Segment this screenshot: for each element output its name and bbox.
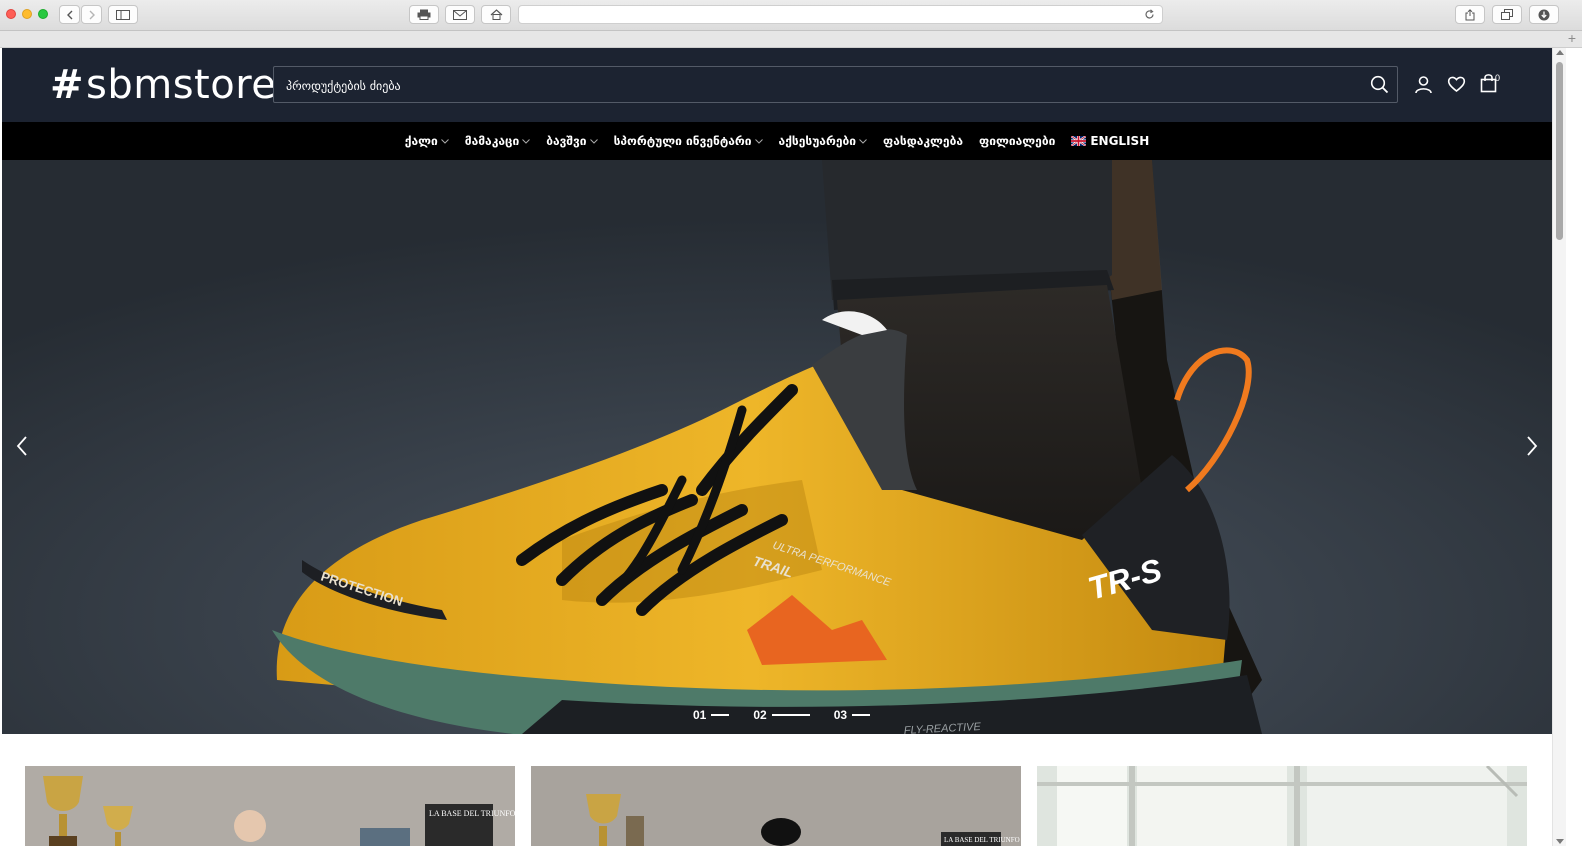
uk-flag-icon <box>1071 136 1087 146</box>
chevron-down-icon <box>754 138 763 144</box>
nav-item-accessories[interactable]: აქსესუარები <box>779 134 867 148</box>
tabs-overview-button[interactable] <box>1492 5 1522 24</box>
reload-icon[interactable] <box>1144 9 1155 20</box>
envelope-icon <box>453 9 467 20</box>
minimize-window-button[interactable] <box>22 9 32 19</box>
nav-label: ფასდაკლება <box>883 134 963 148</box>
nav-item-women[interactable]: ქალი <box>405 134 449 148</box>
category-card-image: LA BASE DEL TRIUNFO. POR SISTEMA. <box>25 766 515 846</box>
card-poster-text: LA BASE DEL TRIUNFO. POR SISTEMA. <box>429 809 515 818</box>
browser-toolbar <box>0 0 1582 31</box>
slider-prev-arrow-icon[interactable] <box>16 436 28 456</box>
slider-next-arrow-icon[interactable] <box>1526 436 1538 456</box>
slide-number: 03 <box>833 708 848 722</box>
category-card-3[interactable] <box>1037 766 1527 846</box>
download-icon <box>1538 9 1550 20</box>
wishlist-heart-icon[interactable] <box>1447 75 1466 93</box>
logo-text: sbmstore <box>86 62 277 108</box>
house-icon <box>490 9 502 20</box>
category-cards: LA BASE DEL TRIUNFO. POR SISTEMA. LA BAS… <box>2 766 1552 846</box>
logo-hash: # <box>50 62 85 108</box>
card-poster-text: LA BASE DEL TRIUNFO <box>944 836 1020 844</box>
chevron-right-icon <box>89 10 95 19</box>
slide-indicator-line <box>771 714 810 716</box>
slide-indicator-line <box>852 714 871 716</box>
slider-dot-2[interactable]: 02 <box>753 708 810 722</box>
page-viewport: # sbmstore 0 ქალი მამაკაცი ბავშვი სპორტუ… <box>2 48 1552 846</box>
category-card-image: LA BASE DEL TRIUNFO <box>531 766 1021 846</box>
print-button[interactable] <box>409 5 439 24</box>
tab-strip: + <box>0 30 1582 48</box>
nav-label: აქსესუარები <box>778 134 857 148</box>
scroll-up-arrow-icon[interactable] <box>1556 50 1564 55</box>
nav-item-language-english[interactable]: ENGLISH <box>1071 134 1149 148</box>
home-button[interactable] <box>481 5 511 24</box>
user-account-icon[interactable] <box>1414 75 1433 94</box>
nav-item-sports-equipment[interactable]: სპორტული ინვენტარი <box>614 134 763 148</box>
chevron-down-icon <box>859 138 867 144</box>
nav-label: სპორტული ინვენტარი <box>613 134 752 148</box>
nav-label: ბავშვი <box>546 134 587 148</box>
site-logo[interactable]: # sbmstore <box>50 62 276 108</box>
chevron-down-icon <box>440 138 449 144</box>
tabs-icon <box>1501 9 1513 20</box>
slider-dot-3[interactable]: 03 <box>833 708 871 722</box>
nav-item-branches[interactable]: ფილიალები <box>979 134 1055 148</box>
printer-icon <box>417 9 431 20</box>
cart-count-badge: 0 <box>1495 73 1501 83</box>
scrollbar-thumb[interactable] <box>1556 62 1563 240</box>
nav-label: ქალი <box>404 134 438 148</box>
nav-item-men[interactable]: მამაკაცი <box>464 134 531 148</box>
category-card-1[interactable]: LA BASE DEL TRIUNFO. POR SISTEMA. <box>25 766 515 846</box>
hero-slider: PROTECTION TRAIL ULTRA PERFORMANCE TR-S … <box>2 160 1552 734</box>
language-label: ENGLISH <box>1090 134 1150 148</box>
close-window-button[interactable] <box>6 9 16 19</box>
search-box <box>273 66 1398 104</box>
main-navigation: ქალი მამაკაცი ბავშვი სპორტული ინვენტარი … <box>2 122 1552 160</box>
forward-button[interactable] <box>81 5 102 24</box>
slide-number: 02 <box>753 708 767 722</box>
back-button[interactable] <box>59 5 80 24</box>
mail-button[interactable] <box>445 5 475 24</box>
share-icon <box>1465 8 1475 20</box>
category-card-image <box>1037 766 1527 846</box>
nav-item-kids[interactable]: ბავშვი <box>546 134 598 148</box>
site-header: # sbmstore 0 <box>2 48 1552 122</box>
category-card-2[interactable]: LA BASE DEL TRIUNFO <box>531 766 1021 846</box>
search-icon[interactable] <box>1370 75 1389 94</box>
nav-item-sale[interactable]: ფასდაკლება <box>883 134 963 148</box>
page-scrollbar[interactable] <box>1552 48 1566 846</box>
scroll-down-arrow-icon[interactable] <box>1556 839 1564 844</box>
hero-shoe-image: PROTECTION TRAIL ULTRA PERFORMANCE TR-S … <box>2 160 1552 734</box>
zoom-window-button[interactable] <box>38 9 48 19</box>
sidebar-icon <box>116 9 130 20</box>
search-input[interactable] <box>284 67 1348 104</box>
chevron-down-icon <box>589 138 598 144</box>
slide-indicator-line <box>711 714 730 716</box>
slider-pagination: 01 02 03 <box>693 708 894 722</box>
sidebar-toggle-button[interactable] <box>108 5 138 24</box>
new-tab-button[interactable]: + <box>1568 30 1576 46</box>
nav-label: ფილიალები <box>978 134 1056 148</box>
slide-number: 01 <box>693 708 707 722</box>
address-bar[interactable] <box>518 5 1163 24</box>
chevron-left-icon <box>66 10 72 19</box>
nav-label: მამაკაცი <box>464 134 520 148</box>
chevron-down-icon <box>522 138 531 144</box>
downloads-button[interactable] <box>1529 5 1559 24</box>
share-button[interactable] <box>1455 5 1485 24</box>
slider-dot-1[interactable]: 01 <box>693 708 730 722</box>
